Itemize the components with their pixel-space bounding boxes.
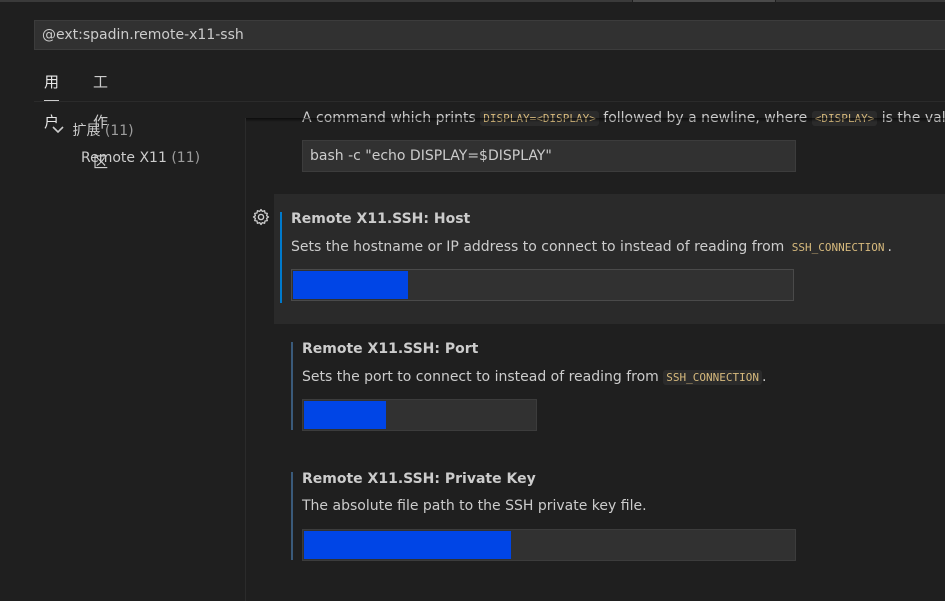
setting-port-bar: [291, 342, 293, 430]
inline-code: SSH_CONNECTION: [663, 370, 762, 385]
top-strip-mid: [633, 0, 775, 2]
setting-category: Remote X11.SSH:: [291, 211, 434, 227]
setting-name: Port: [444, 341, 479, 357]
toc-item-count: (11): [171, 150, 201, 166]
tab-user[interactable]: 用户: [44, 62, 60, 131]
toc-category-label: 扩展: [72, 123, 101, 139]
description-text: Sets the hostname or IP address to conne…: [291, 239, 789, 255]
scroll-shadow: [246, 118, 945, 122]
gear-icon[interactable]: [252, 208, 270, 226]
settings-search-input[interactable]: @ext:spadin.remote-x11-ssh: [34, 20, 945, 50]
text-selection-highlight: [293, 271, 409, 299]
text-selection-highlight: [304, 531, 511, 559]
setting-name: Host: [433, 211, 471, 227]
settings-toc: [0, 102, 245, 601]
top-strip-left: [0, 0, 632, 2]
toc-item-remote-x11[interactable]: Remote X11 (11): [81, 147, 200, 169]
setting-private-key-title: Remote X11.SSH: Private Key: [302, 471, 536, 487]
setting-port-title: Remote X11.SSH: Port: [302, 341, 478, 357]
settings-list: A command which prints DISPLAY=<DISPLAY>…: [246, 102, 945, 601]
inline-code: SSH_CONNECTION: [788, 240, 888, 255]
setting-private-key-bar: [291, 472, 293, 560]
toc-item-label: Remote X11: [81, 150, 167, 166]
setting-name: Private Key: [444, 471, 536, 487]
setting-private-key-description: The absolute file path to the SSH privat…: [302, 498, 647, 514]
top-strip: [0, 0, 945, 2]
setting-port-description: Sets the port to connect to instead of r…: [302, 369, 766, 385]
setting-category: Remote X11.SSH:: [302, 341, 445, 357]
description-text: Sets the port to connect to instead of r…: [302, 369, 664, 385]
setting-host-input[interactable]: [291, 269, 794, 301]
tab-workspace[interactable]: 工作区: [93, 62, 108, 171]
description-text: .: [887, 239, 892, 255]
focus-indicator-bar: [280, 212, 282, 303]
setting-display-command-input[interactable]: bash -c "echo DISPLAY=$DISPLAY": [302, 140, 796, 172]
setting-category: Remote X11.SSH:: [302, 471, 445, 487]
setting-host-description: Sets the hostname or IP address to conne…: [291, 239, 892, 255]
description-text: .: [761, 369, 767, 385]
toc-category-count: (11): [104, 123, 134, 139]
setting-private-key-input[interactable]: [302, 529, 796, 561]
setting-host-title: Remote X11.SSH: Host: [291, 211, 470, 227]
setting-port-input[interactable]: [302, 399, 537, 431]
top-strip-right: [776, 0, 945, 2]
toc-category-extensions[interactable]: 扩展 (11): [52, 120, 134, 142]
text-selection-highlight: [304, 401, 386, 429]
chevron-down-icon: [52, 120, 68, 142]
